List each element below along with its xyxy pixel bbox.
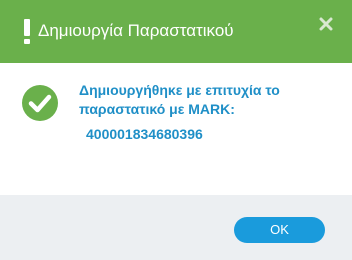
success-dialog: Δημιουργία Παραστατικού Δημιουργήθηκε με… [0,0,352,260]
dialog-body: Δημιουργήθηκε με επιτυχία το παραστατικό… [0,63,352,195]
ok-button[interactable]: OK [234,217,325,243]
checkmark-circle-icon [22,85,58,121]
mark-value: 400001834680396 [86,126,203,142]
dialog-title: Δημιουργία Παραστατικού [38,21,234,40]
dialog-header: Δημιουργία Παραστατικού [0,0,352,63]
dialog-footer: OK [0,195,352,260]
success-message: Δημιουργήθηκε με επιτυχία το παραστατικό… [79,82,280,117]
close-icon[interactable] [318,16,334,32]
exclamation-icon [24,19,30,44]
